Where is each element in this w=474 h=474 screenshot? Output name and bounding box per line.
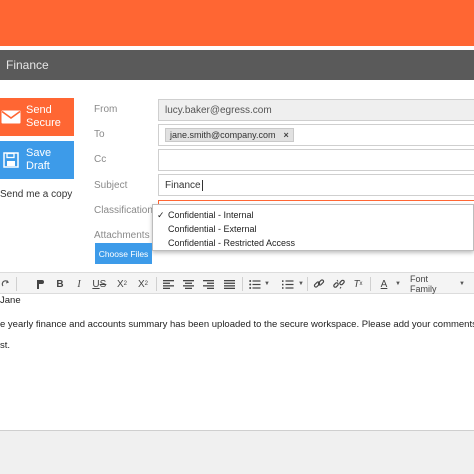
align-right-icon[interactable] — [200, 273, 216, 295]
message-line: e yearly finance and accounts summary ha… — [0, 319, 474, 330]
choose-files-button[interactable]: Choose Files — [95, 243, 152, 264]
text-cursor — [201, 179, 203, 191]
checkmark-icon: ✓ — [157, 210, 165, 220]
strikethrough-icon[interactable]: S — [95, 273, 111, 295]
send-secure-button[interactable]: Send Secure — [0, 98, 74, 136]
from-label: From — [94, 104, 118, 115]
bullet-list-icon[interactable] — [247, 273, 263, 295]
send-copy-option[interactable]: Send me a copy — [0, 189, 72, 200]
align-justify-icon[interactable] — [221, 273, 237, 295]
recipient-chip[interactable]: jane.smith@company.com × — [165, 128, 294, 142]
send-label-line1: Send — [26, 104, 52, 116]
option-label: Confidential - Internal — [168, 210, 254, 220]
option-label: Confidential - External — [168, 224, 257, 234]
remove-recipient-icon[interactable]: × — [284, 130, 289, 140]
font-color-icon[interactable]: A — [376, 273, 392, 295]
classification-option-internal[interactable]: ✓ Confidential - Internal — [153, 208, 473, 222]
classification-label: Classification — [94, 205, 153, 216]
save-draft-button[interactable]: Save Draft — [0, 141, 74, 179]
format-painter-icon[interactable] — [33, 273, 49, 295]
italic-icon[interactable]: I — [71, 273, 87, 295]
from-value: lucy.baker@egress.com — [165, 104, 272, 116]
unlink-icon[interactable] — [331, 273, 347, 295]
to-field[interactable]: jane.smith@company.com × — [158, 124, 474, 146]
brand-bar — [0, 0, 474, 46]
envelope-icon — [0, 106, 22, 128]
chevron-down-icon[interactable]: ▼ — [458, 273, 466, 295]
align-center-icon[interactable] — [180, 273, 196, 295]
draft-label-line1: Save — [26, 147, 52, 159]
classification-dropdown: ✓ Confidential - Internal Confidential -… — [152, 204, 474, 251]
message-line: st. — [0, 340, 11, 351]
recipient-chip-label: jane.smith@company.com — [170, 130, 276, 140]
attachments-label: Attachments — [94, 230, 150, 241]
chevron-down-icon[interactable]: ▼ — [297, 273, 305, 295]
subject-label: Subject — [94, 180, 128, 191]
font-family-select[interactable]: Font Family — [410, 273, 454, 295]
cc-label: Cc — [94, 154, 107, 165]
from-field: lucy.baker@egress.com — [158, 99, 474, 121]
compose-window: Finance Send Secure Save Draft Send me a c… — [0, 0, 474, 474]
bold-icon[interactable]: B — [52, 273, 68, 295]
classification-option-restricted[interactable]: Confidential - Restricted Access — [153, 236, 473, 250]
footer-area — [0, 431, 474, 474]
option-label: Confidential - Restricted Access — [168, 238, 296, 248]
cc-field[interactable] — [158, 149, 474, 171]
send-label-line2: Secure — [26, 117, 61, 129]
superscript-icon[interactable]: X2 — [134, 273, 152, 295]
chevron-down-icon[interactable]: ▼ — [263, 273, 271, 295]
message-line: Jane — [0, 295, 21, 306]
subject-value: Finance — [165, 179, 201, 191]
to-label: To — [94, 129, 105, 140]
align-left-icon[interactable] — [160, 273, 176, 295]
subscript-icon[interactable]: X2 — [113, 273, 131, 295]
subject-field[interactable]: Finance — [158, 174, 474, 196]
numbered-list-icon[interactable] — [280, 273, 296, 295]
link-icon[interactable] — [311, 273, 327, 295]
draft-label-line2: Draft — [26, 160, 50, 172]
chevron-down-icon[interactable]: ▼ — [394, 273, 402, 295]
redo-icon[interactable] — [0, 273, 12, 295]
editor-toolbar: B I U S X2 X2 ▼ ▼ T x A ▼ Font Family ▼ — [0, 272, 474, 294]
classification-option-external[interactable]: Confidential - External — [153, 222, 473, 236]
floppy-disk-icon — [0, 149, 22, 171]
window-title: Finance — [0, 50, 474, 80]
clear-format-icon[interactable]: Tx — [350, 273, 366, 295]
